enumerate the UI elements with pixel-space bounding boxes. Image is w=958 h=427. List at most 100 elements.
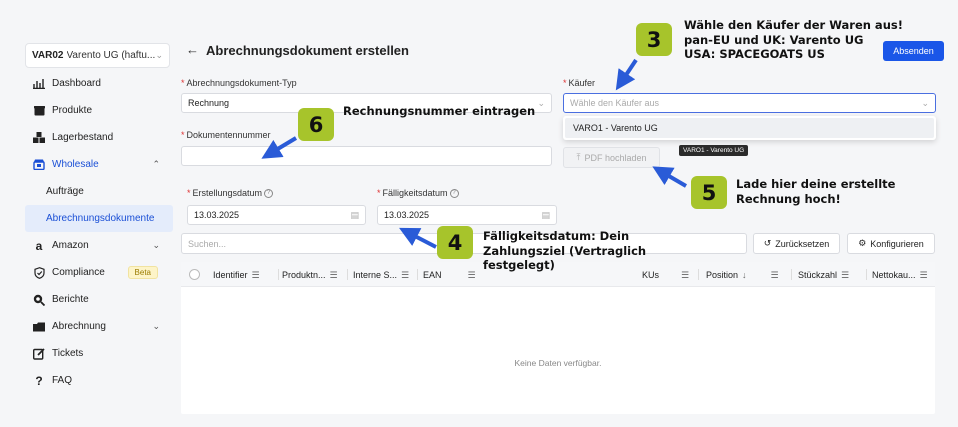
column-separator bbox=[278, 269, 279, 280]
buyer-tooltip: VARO1 - Varento UG bbox=[679, 145, 749, 156]
sidebar-item-label: Aufträge bbox=[46, 186, 84, 197]
column-header[interactable]: Produktn... ☰ bbox=[282, 270, 338, 281]
column-header[interactable]: Interne S... ☰ bbox=[353, 270, 409, 281]
buyer-placeholder: Wähle den Käufer aus bbox=[570, 98, 660, 108]
sidebar-item-label: Tickets bbox=[52, 348, 84, 359]
column-header[interactable]: Position ↓ ☰ bbox=[706, 270, 779, 281]
doctype-label: * Abrechnungsdokument-Typ bbox=[181, 78, 297, 88]
docnum-input[interactable] bbox=[181, 146, 552, 166]
beta-badge: Beta bbox=[127, 266, 158, 279]
sidebar-item-label: Produkte bbox=[52, 105, 93, 116]
annotation-note-3: Wähle den Käufer der Waren aus! pan-EU u… bbox=[684, 18, 903, 61]
configure-button[interactable]: ⚙ Konfigurieren bbox=[847, 233, 935, 254]
due-date-input[interactable]: 13.03.2025 ▤ bbox=[377, 205, 557, 225]
due-date-value: 13.03.2025 bbox=[384, 210, 430, 220]
reset-button[interactable]: ↺ Zurücksetzen bbox=[753, 233, 840, 254]
column-separator bbox=[347, 269, 348, 280]
created-date-input[interactable]: 13.03.2025 ▤ bbox=[187, 205, 366, 225]
sidebar-item-wholesale[interactable]: Wholesale ⌃ bbox=[33, 151, 175, 178]
workspace-code: VAR02 bbox=[32, 50, 64, 61]
shield-icon bbox=[33, 266, 45, 279]
box-icon bbox=[33, 105, 45, 117]
column-header[interactable]: Stückzahl ☰ bbox=[798, 270, 849, 281]
buyer-dropdown: VARO1 - Varento UG bbox=[563, 116, 936, 140]
chevron-down-icon: ⌄ bbox=[155, 50, 163, 60]
sidebar-item-label: Wholesale bbox=[52, 159, 99, 170]
chevron-down-icon: ⌄ bbox=[152, 240, 160, 250]
sidebar-nav: Dashboard Produkte Lagerbestand Wholesal… bbox=[25, 70, 175, 394]
sidebar-item-label: FAQ bbox=[52, 375, 73, 386]
annotation-badge-3: 3 bbox=[636, 23, 672, 56]
sidebar-subitem-abrechnungsdokumente[interactable]: Abrechnungsdokumente bbox=[25, 205, 173, 232]
column-header[interactable]: Identifier ☰ bbox=[213, 270, 260, 281]
buyer-label: * Käufer bbox=[563, 78, 596, 88]
calendar-icon: ▤ bbox=[350, 209, 359, 220]
annotation-badge-6: 6 bbox=[298, 108, 334, 141]
sidebar-item-label: Berichte bbox=[52, 294, 89, 305]
help-icon: ? bbox=[264, 189, 274, 199]
filter-icon[interactable]: ☰ bbox=[841, 270, 849, 280]
sidebar-item-lagerbestand[interactable]: Lagerbestand bbox=[33, 124, 175, 151]
filter-icon[interactable]: ☰ bbox=[401, 270, 409, 280]
reset-icon: ↺ bbox=[763, 238, 772, 248]
sidebar-item-label: Abrechnungsdokumente bbox=[46, 213, 155, 224]
wallet-icon bbox=[33, 321, 45, 333]
created-label: * Erstellungsdatum? bbox=[187, 188, 274, 199]
sidebar-item-label: Compliance bbox=[52, 267, 105, 278]
chevron-down-icon: ⌄ bbox=[537, 97, 545, 108]
workspace-selector[interactable]: VAR02 Varento UG (haftu... ⌄ bbox=[25, 43, 170, 68]
amazon-icon: a bbox=[35, 238, 43, 253]
sidebar-item-label: Lagerbestand bbox=[52, 132, 114, 143]
annotation-note-4: Fälligkeitsdatum: Dein Zahlungsziel (Ver… bbox=[483, 229, 647, 272]
sidebar-item-faq[interactable]: ? FAQ bbox=[33, 367, 175, 394]
sidebar-item-amazon[interactable]: a Amazon ⌄ bbox=[33, 232, 175, 259]
search-report-icon bbox=[33, 294, 45, 306]
annotation-note-5: Lade hier deine erstellte Rechnung hoch! bbox=[736, 177, 896, 206]
sidebar-item-label: Dashboard bbox=[52, 78, 101, 89]
filter-icon[interactable]: ☰ bbox=[330, 270, 338, 280]
calendar-icon: ▤ bbox=[541, 209, 550, 220]
column-separator bbox=[698, 269, 699, 280]
column-header[interactable]: EAN ☰ bbox=[423, 270, 476, 281]
stock-icon bbox=[33, 132, 45, 144]
sidebar-item-abrechnung[interactable]: Abrechnung ⌄ bbox=[33, 313, 175, 340]
column-header[interactable]: KUs ☰ bbox=[642, 270, 689, 281]
back-arrow-icon[interactable]: ← bbox=[186, 42, 199, 57]
column-separator bbox=[866, 269, 867, 280]
sidebar-item-dashboard[interactable]: Dashboard bbox=[33, 70, 175, 97]
filter-icon[interactable]: ☰ bbox=[468, 270, 476, 280]
data-table: Identifier ☰ Produktn... ☰ Interne S... ☰ E… bbox=[181, 262, 935, 414]
arrow-to-upload bbox=[652, 166, 688, 188]
sidebar-item-tickets[interactable]: Tickets bbox=[33, 340, 175, 367]
column-header[interactable]: Nettokau... ☰ bbox=[872, 270, 928, 281]
docnum-label: * Dokumentennummer bbox=[181, 130, 271, 140]
sidebar-item-label: Abrechnung bbox=[52, 321, 106, 332]
annotation-badge-5: 5 bbox=[691, 176, 727, 209]
column-separator bbox=[417, 269, 418, 280]
annotation-badge-4: 4 bbox=[437, 226, 473, 259]
filter-icon[interactable]: ☰ bbox=[252, 270, 260, 280]
sidebar-item-produkte[interactable]: Produkte bbox=[33, 97, 175, 124]
filter-icon[interactable]: ☰ bbox=[771, 270, 779, 280]
empty-state: Keine Daten verfügbar. bbox=[514, 358, 602, 368]
buyer-select[interactable]: Wähle den Käufer aus ⌄ bbox=[563, 93, 936, 113]
edit-icon bbox=[33, 347, 45, 360]
chevron-down-icon: ⌄ bbox=[921, 97, 929, 108]
upload-icon: ⤒ bbox=[576, 152, 581, 162]
page-title: Abrechnungsdokument erstellen bbox=[206, 43, 409, 58]
chart-icon bbox=[33, 78, 45, 90]
sidebar-subitem-auftraege[interactable]: Aufträge bbox=[33, 178, 175, 205]
help-icon: ? bbox=[449, 189, 459, 199]
gear-icon: ⚙ bbox=[858, 238, 867, 248]
buyer-option[interactable]: VARO1 - Varento UG bbox=[565, 118, 934, 138]
sidebar-item-berichte[interactable]: Berichte bbox=[33, 286, 175, 313]
filter-icon[interactable]: ☰ bbox=[920, 270, 928, 280]
sidebar: VAR02 Varento UG (haftu... ⌄ Dashboard P… bbox=[0, 0, 177, 427]
sort-desc-icon[interactable]: ↓ bbox=[742, 270, 747, 280]
select-all-checkbox[interactable] bbox=[189, 269, 200, 280]
workspace-name: Varento UG (haftu... bbox=[66, 50, 156, 61]
annotation-note-6: Rechnungsnummer eintragen bbox=[343, 104, 536, 118]
filter-icon[interactable]: ☰ bbox=[681, 270, 689, 280]
upload-pdf-button[interactable]: ⤒ PDF hochladen bbox=[563, 147, 660, 168]
sidebar-item-compliance[interactable]: Compliance Beta bbox=[33, 259, 175, 286]
